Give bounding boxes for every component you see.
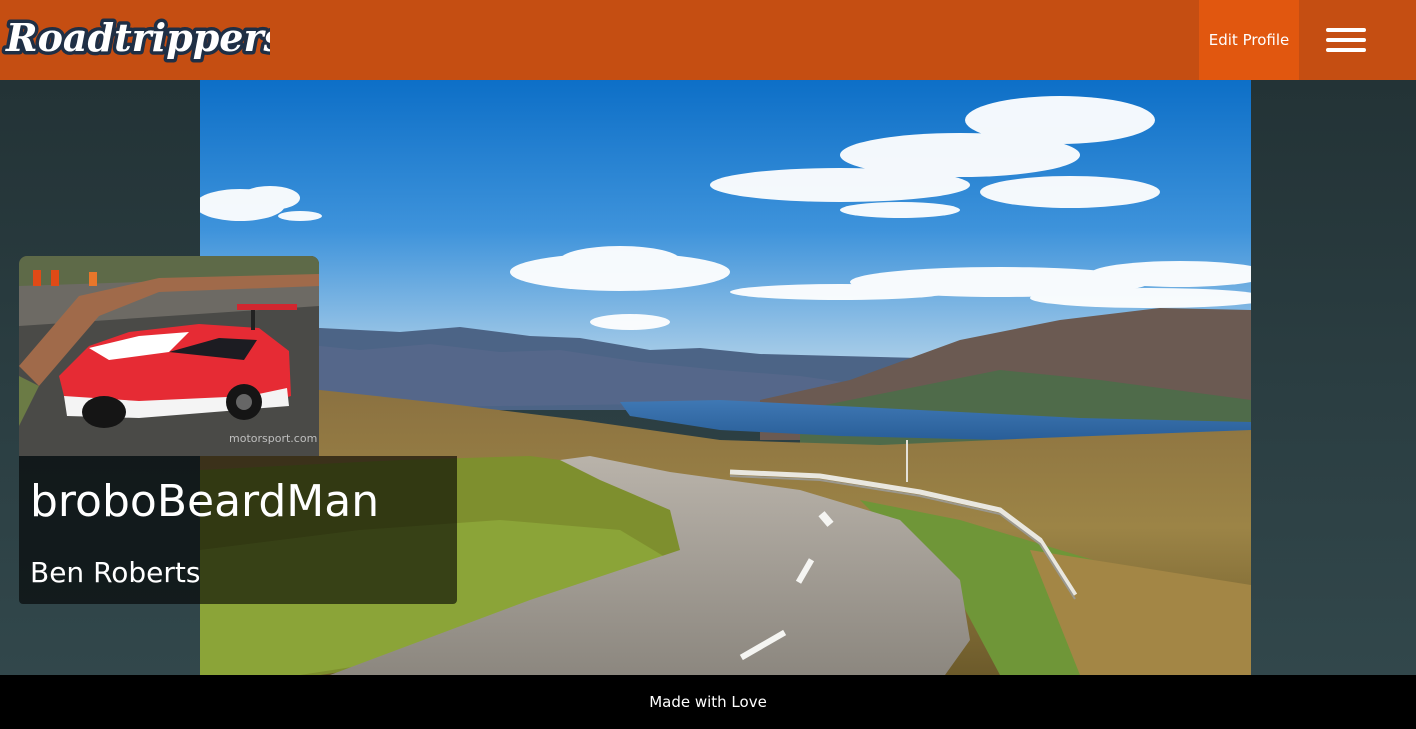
menu-bar <box>1326 48 1366 52</box>
page-footer: Made with Love <box>0 675 1416 729</box>
hamburger-menu-icon[interactable] <box>1322 24 1370 56</box>
menu-bar <box>1326 38 1366 42</box>
profile-avatar[interactable]: motorsport.com <box>19 256 319 456</box>
username: broboBeardMan <box>30 476 380 527</box>
menu-bar <box>1326 28 1366 32</box>
watermark-text: motorsport.com <box>229 432 317 445</box>
footer-text: Made with Love <box>649 693 767 711</box>
race-car-photo: motorsport.com <box>19 256 319 456</box>
edit-profile-button[interactable]: Edit Profile <box>1199 0 1299 80</box>
profile-info-card: broboBeardMan Ben Roberts <box>19 456 457 604</box>
top-navbar: Roadtrippers Edit Profile <box>0 0 1416 80</box>
roadtrippers-logo[interactable]: Roadtrippers <box>0 0 271 80</box>
logo-text: Roadtrippers <box>5 15 270 60</box>
edit-profile-label: Edit Profile <box>1208 31 1290 49</box>
full-name: Ben Roberts <box>30 556 201 589</box>
